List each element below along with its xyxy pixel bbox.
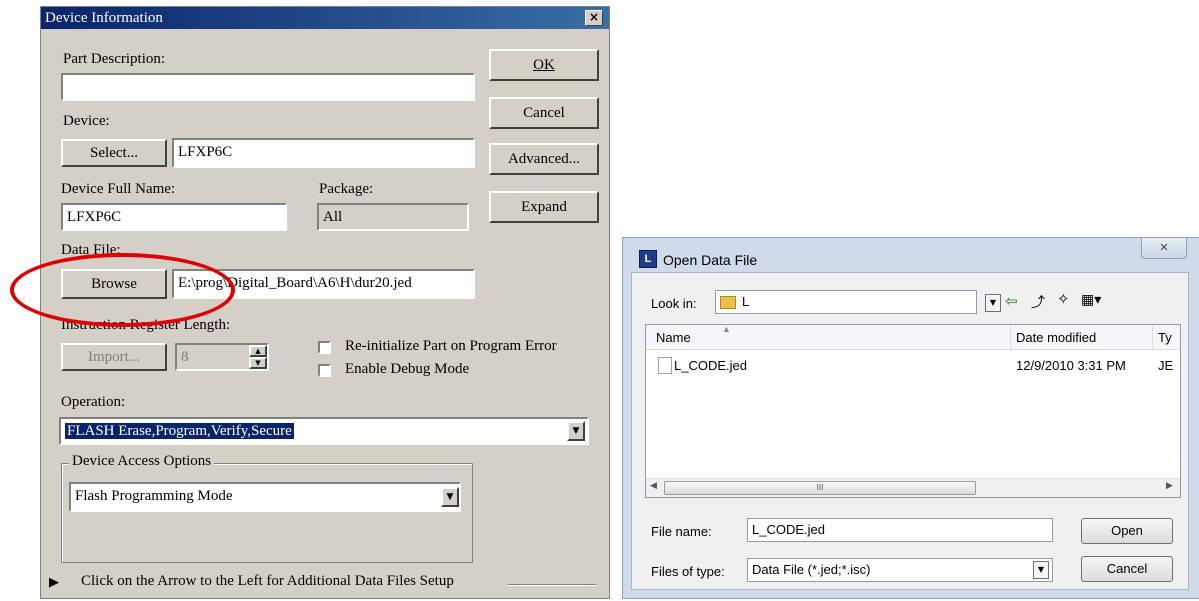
- column-type[interactable]: Ty: [1158, 330, 1172, 345]
- file-type-label: Files of type:: [651, 564, 725, 579]
- expand-arrow-icon[interactable]: ▶: [49, 574, 59, 590]
- advanced-button[interactable]: Advanced...: [489, 143, 599, 175]
- open-data-file-dialog: L Open Data File ✕ Look in: L ▼ ⇦ ⤴ ✧ ▦▾…: [622, 237, 1199, 599]
- scroll-left-icon[interactable]: ◀: [650, 480, 657, 491]
- import-button[interactable]: Import...: [61, 343, 167, 371]
- chevron-down-icon[interactable]: ▼: [441, 487, 459, 507]
- column-date[interactable]: Date modified: [1016, 330, 1096, 345]
- cancel-button-label: Cancel: [1106, 561, 1148, 576]
- package-label: Package:: [319, 181, 374, 197]
- open-button[interactable]: Open: [1081, 518, 1173, 544]
- file-type: JE: [1158, 358, 1174, 373]
- part-description-label: Part Description:: [63, 51, 166, 67]
- file-type-select[interactable]: Data File (*.jed;*.isc): [747, 558, 1053, 582]
- look-in-value: L: [742, 294, 750, 309]
- debug-label: Enable Debug Mode: [345, 361, 470, 377]
- chevron-down-icon[interactable]: ▼: [567, 421, 585, 441]
- highlight-ellipse: [10, 253, 235, 327]
- device-field[interactable]: LFXP6C: [172, 138, 475, 168]
- device-full-name-field[interactable]: LFXP6C: [61, 203, 287, 231]
- chevron-down-icon[interactable]: ▼: [985, 294, 1001, 312]
- chevron-down-icon[interactable]: ▼: [1033, 561, 1049, 579]
- operation-label: Operation:: [61, 394, 126, 410]
- column-divider: [1152, 325, 1153, 349]
- reinit-checkbox[interactable]: [318, 341, 331, 354]
- device-full-name-label: Device Full Name:: [61, 181, 176, 197]
- advanced-button-label: Advanced...: [507, 151, 581, 167]
- file-icon: [658, 357, 672, 374]
- access-mode-select[interactable]: Flash Programming Mode: [69, 482, 461, 512]
- divider: [507, 584, 597, 586]
- app-icon: L: [639, 250, 657, 268]
- spin-down-icon[interactable]: ▼: [249, 357, 267, 369]
- dialog-title: Open Data File: [663, 252, 758, 268]
- expand-button[interactable]: Expand: [489, 191, 599, 223]
- scroll-right-icon[interactable]: ▶: [1166, 480, 1173, 491]
- reinit-label: Re-initialize Part on Program Error: [345, 338, 557, 354]
- select-button-label: Select...: [90, 145, 138, 161]
- operation-select[interactable]: FLASH Erase,Program,Verify,Secure: [59, 417, 589, 445]
- back-icon[interactable]: ⇦: [1005, 292, 1018, 310]
- up-folder-icon[interactable]: ⤴: [1031, 292, 1045, 312]
- ok-button[interactable]: OK: [489, 49, 599, 81]
- cancel-button-label: Cancel: [523, 105, 565, 121]
- close-icon[interactable]: ×: [585, 10, 603, 26]
- sort-icon: ▲: [722, 324, 731, 334]
- list-item[interactable]: L_CODE.jed 12/9/2010 3:31 PM JE: [648, 355, 1178, 377]
- look-in-label: Look in:: [651, 296, 697, 311]
- column-divider: [1010, 325, 1011, 349]
- horizontal-scrollbar[interactable]: ◀ III ▶: [646, 478, 1180, 497]
- column-name[interactable]: Name: [656, 330, 691, 345]
- debug-checkbox[interactable]: [318, 364, 331, 377]
- view-menu-icon[interactable]: ▦▾: [1081, 291, 1101, 308]
- file-name: L_CODE.jed: [674, 358, 747, 373]
- file-list: Name ▲ Date modified Ty L_CODE.jed 12/9/…: [645, 324, 1181, 498]
- device-access-group: [61, 463, 473, 563]
- file-name-label: File name:: [651, 524, 712, 539]
- cancel-button[interactable]: Cancel: [1081, 556, 1173, 582]
- cancel-button[interactable]: Cancel: [489, 97, 599, 129]
- open-button-label: Open: [1111, 523, 1143, 538]
- package-field: All: [317, 203, 469, 231]
- dialog-title: Device Information: [41, 7, 609, 29]
- expand-button-label: Expand: [521, 199, 567, 215]
- scroll-thumb[interactable]: III: [664, 481, 976, 495]
- select-button[interactable]: Select...: [61, 139, 167, 167]
- file-date: 12/9/2010 3:31 PM: [1016, 358, 1126, 373]
- operation-value: FLASH Erase,Program,Verify,Secure: [65, 423, 294, 439]
- part-description-field[interactable]: [61, 73, 475, 101]
- spin-up-icon[interactable]: ▲: [249, 345, 267, 357]
- ok-button-label: OK: [533, 57, 555, 73]
- new-folder-icon[interactable]: ✧: [1057, 290, 1070, 308]
- import-button-label: Import...: [87, 349, 141, 365]
- device-label: Device:: [63, 113, 110, 129]
- close-icon[interactable]: ✕: [1141, 238, 1187, 259]
- file-name-field[interactable]: L_CODE.jed: [747, 518, 1053, 542]
- folder-icon: [720, 296, 736, 310]
- device-access-group-label: Device Access Options: [69, 453, 215, 470]
- look-in-select[interactable]: L: [715, 290, 977, 314]
- additional-files-text: Click on the Arrow to the Left for Addit…: [81, 573, 454, 589]
